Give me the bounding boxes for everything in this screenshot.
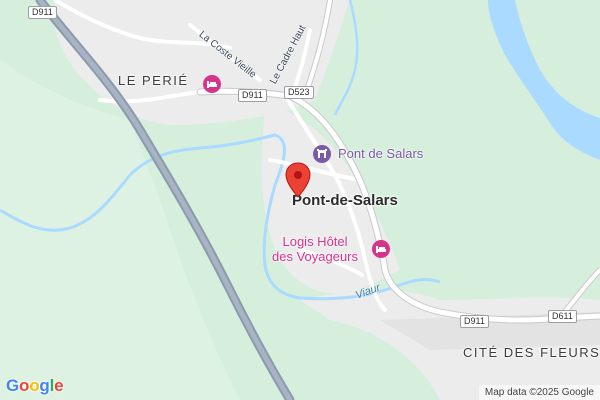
logo-letter-e: e bbox=[54, 376, 64, 395]
logo-letter-g2: g bbox=[39, 376, 50, 395]
logo-letter-g: G bbox=[6, 376, 20, 395]
hotel-label-line2: des Voyageurs bbox=[272, 249, 359, 264]
logo-letter-o1: o bbox=[19, 376, 30, 395]
landmark-icon[interactable] bbox=[313, 145, 331, 163]
map-canvas[interactable]: D911 D911 D523 D911 D611 LE PERIÉ Pont-d… bbox=[0, 0, 600, 400]
hotel-bed-icon[interactable] bbox=[203, 75, 221, 93]
road-shield-d911-bottom: D911 bbox=[460, 315, 489, 328]
google-logo[interactable]: Google bbox=[6, 376, 64, 396]
hotel-bed-icon[interactable] bbox=[372, 240, 390, 258]
hotel-label-line1: Logis Hôtel bbox=[282, 234, 348, 249]
place-label-cite-des-fleurs[interactable]: CITÉ DES FLEURS bbox=[463, 345, 600, 360]
road-shield-d611: D611 bbox=[548, 310, 577, 323]
map-marker-icon[interactable] bbox=[285, 162, 311, 198]
poi-label-logis-hotel[interactable]: Logis Hôtel des Voyageurs bbox=[272, 234, 358, 264]
poi-label-pont-de-salars[interactable]: Pont de Salars bbox=[338, 146, 423, 161]
road-shield-d911-mid: D911 bbox=[238, 89, 267, 102]
logo-letter-o2: o bbox=[29, 376, 40, 395]
road-shield-d523: D523 bbox=[284, 86, 314, 99]
road-shield-d911-top: D911 bbox=[28, 6, 57, 19]
map-attribution[interactable]: Map data ©2025 Google bbox=[478, 385, 600, 400]
place-label-le-perie[interactable]: LE PERIÉ bbox=[118, 73, 189, 88]
